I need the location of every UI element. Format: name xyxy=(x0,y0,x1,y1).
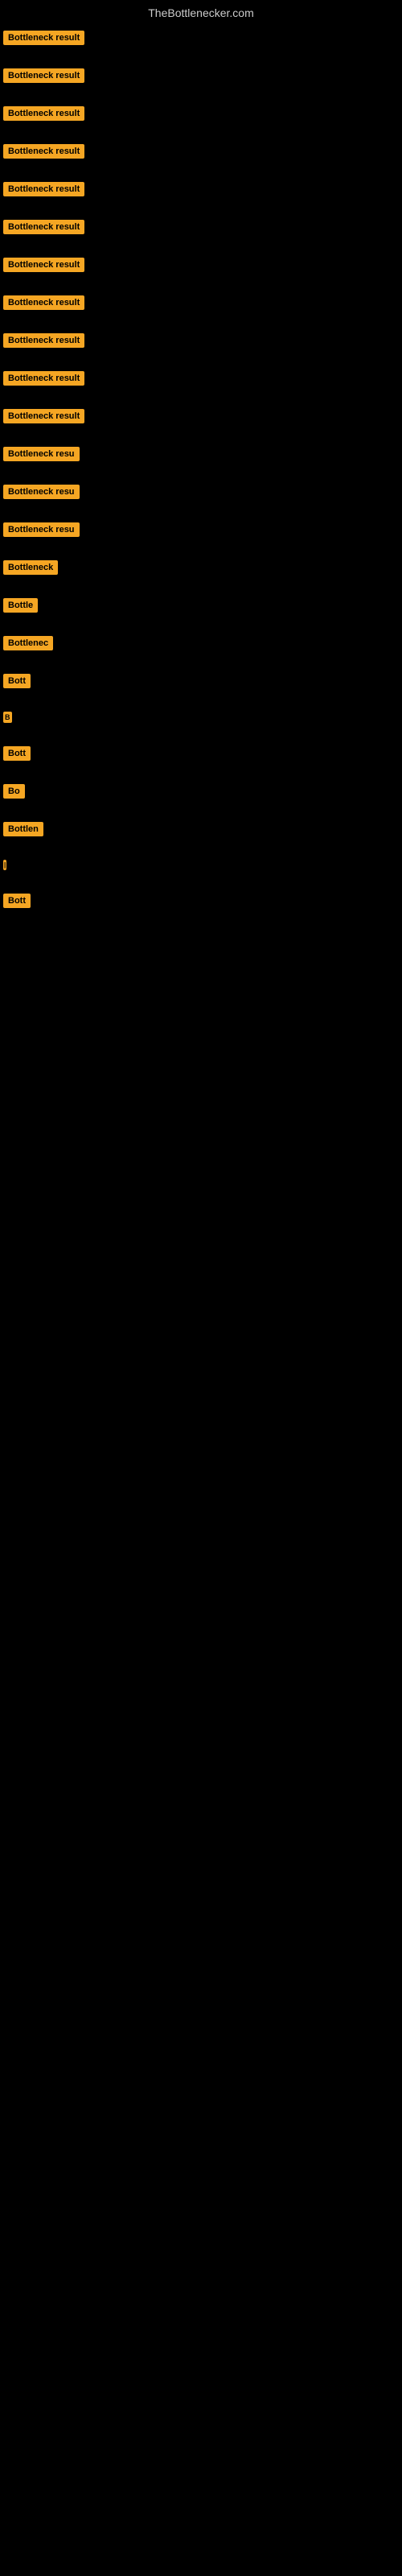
bottleneck-item: Bott xyxy=(3,743,402,781)
bottleneck-badge[interactable]: Bott xyxy=(3,746,31,761)
bottleneck-item: Bo xyxy=(3,781,402,819)
bottleneck-badge[interactable]: Bottleneck resu xyxy=(3,447,80,461)
bottleneck-badge[interactable]: Bottleneck result xyxy=(3,333,84,348)
bottleneck-item: Bottleneck result xyxy=(3,254,402,292)
bottleneck-badge[interactable]: Bottleneck result xyxy=(3,371,84,386)
bottleneck-badge[interactable]: Bottleneck result xyxy=(3,409,84,423)
bottleneck-badge[interactable]: Bott xyxy=(3,894,31,908)
bottleneck-badge[interactable]: Bottleneck resu xyxy=(3,485,80,499)
bottleneck-badge[interactable]: Bottleneck result xyxy=(3,144,84,159)
bottleneck-badge[interactable]: B xyxy=(3,712,12,723)
bottleneck-item: Bottlenec xyxy=(3,633,402,671)
bottleneck-badge[interactable]: Bottlen xyxy=(3,822,43,836)
site-title: TheBottlenecker.com xyxy=(0,0,402,27)
bottleneck-item: Bottleneck result xyxy=(3,292,402,330)
bottleneck-item: Bottleneck result xyxy=(3,103,402,141)
bottleneck-item: | xyxy=(3,857,402,890)
bottleneck-item: Bottleneck result xyxy=(3,27,402,65)
bottleneck-badge[interactable]: Bottleneck xyxy=(3,560,58,575)
bottleneck-item: Bottleneck resu xyxy=(3,481,402,519)
bottleneck-item: Bottleneck result xyxy=(3,65,402,103)
bottleneck-badge[interactable]: Bottleneck result xyxy=(3,220,84,234)
bottleneck-badge[interactable]: Bottleneck result xyxy=(3,182,84,196)
bottleneck-item: Bottleneck result xyxy=(3,179,402,217)
bottleneck-badge[interactable]: | xyxy=(3,860,6,870)
bottleneck-badge[interactable]: Bottle xyxy=(3,598,38,613)
bottleneck-badge[interactable]: Bottleneck resu xyxy=(3,522,80,537)
bottleneck-badge[interactable]: Bo xyxy=(3,784,25,799)
bottleneck-item: Bottleneck result xyxy=(3,330,402,368)
bottleneck-badge[interactable]: Bott xyxy=(3,674,31,688)
bottleneck-item: Bottleneck resu xyxy=(3,519,402,557)
bottleneck-item: Bott xyxy=(3,671,402,708)
bottleneck-badge[interactable]: Bottleneck result xyxy=(3,31,84,45)
bottleneck-item: Bottleneck result xyxy=(3,217,402,254)
bottleneck-badge[interactable]: Bottleneck result xyxy=(3,106,84,121)
bottleneck-badge[interactable]: Bottlenec xyxy=(3,636,53,650)
bottleneck-badge[interactable]: Bottleneck result xyxy=(3,258,84,272)
bottleneck-item: Bottleneck result xyxy=(3,406,402,444)
bottleneck-item: Bott xyxy=(3,890,402,928)
bottleneck-badge[interactable]: Bottleneck result xyxy=(3,68,84,83)
bottleneck-item: B xyxy=(3,708,402,743)
bottleneck-item: Bottleneck result xyxy=(3,368,402,406)
bottleneck-item: Bottleneck result xyxy=(3,141,402,179)
items-container: Bottleneck result Bottleneck result Bottle… xyxy=(0,27,402,928)
bottleneck-item: Bottleneck xyxy=(3,557,402,595)
bottleneck-badge[interactable]: Bottleneck result xyxy=(3,295,84,310)
bottleneck-item: Bottleneck resu xyxy=(3,444,402,481)
bottleneck-item: Bottlen xyxy=(3,819,402,857)
bottleneck-item: Bottle xyxy=(3,595,402,633)
